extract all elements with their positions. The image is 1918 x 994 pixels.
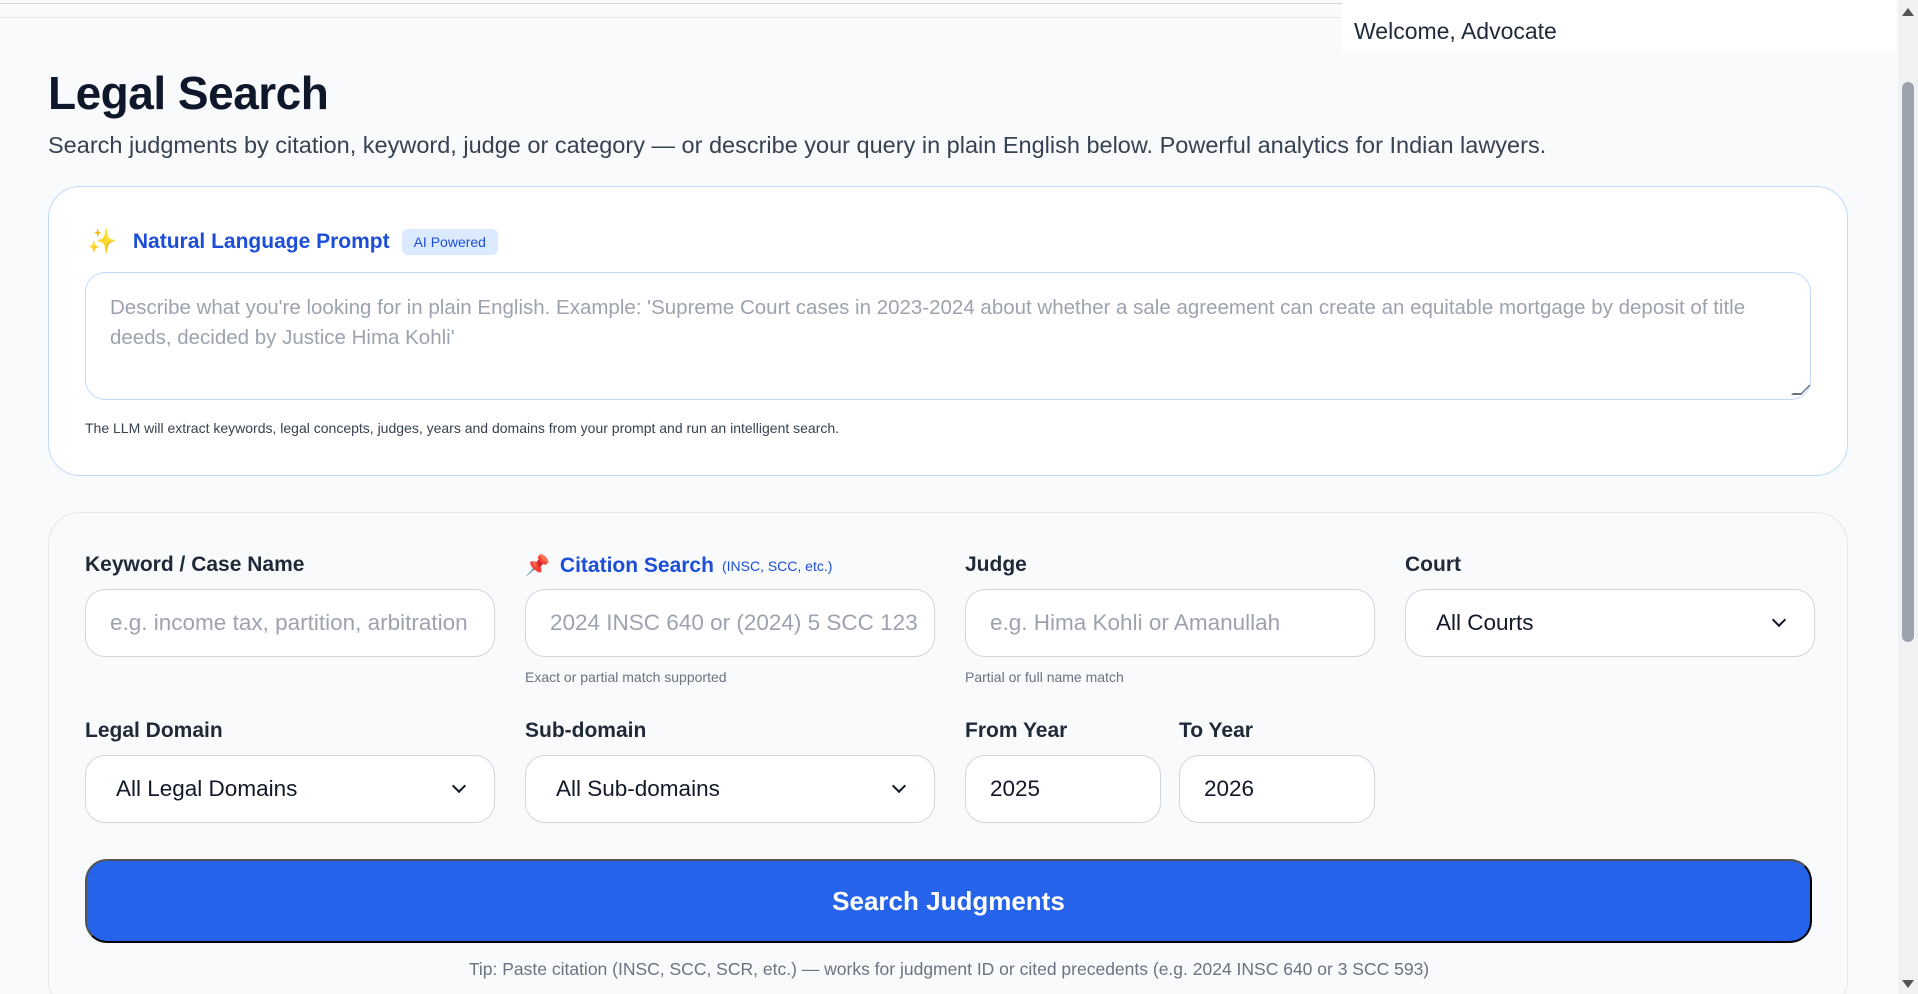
keyword-input[interactable]: e.g. income tax, partition, arbitration (85, 589, 495, 657)
subdomain-value: All Sub-domains (556, 776, 720, 801)
citation-label: 📌 Citation Search (INSC, SCC, etc.) (525, 553, 832, 578)
citation-input[interactable]: 2024 INSC 640 or (2024) 5 SCC 123 (525, 589, 935, 657)
page-title: Legal Search (48, 67, 329, 119)
court-label: Court (1405, 553, 1461, 576)
search-judgments-button[interactable]: Search Judgments (85, 859, 1812, 943)
judge-help: Partial or full name match (965, 669, 1124, 685)
nl-prompt-help: The LLM will extract keywords, legal con… (85, 420, 840, 436)
nl-prompt-placeholder: Describe what you're looking for in plai… (110, 296, 1746, 349)
legal-domain-label: Legal Domain (85, 719, 223, 742)
keyword-placeholder: e.g. income tax, partition, arbitration (110, 610, 468, 635)
scrollbar-thumb[interactable] (1902, 82, 1914, 642)
top-divider-secondary (0, 17, 1342, 18)
search-filters-card: Keyword / Case Name e.g. income tax, par… (48, 512, 1848, 994)
chevron-down-icon (1771, 612, 1787, 628)
pin-icon: 📌 (525, 555, 550, 577)
chevron-down-icon (451, 778, 467, 794)
subdomain-label: Sub-domain (525, 719, 647, 742)
to-year-label: To Year (1179, 719, 1253, 742)
to-year-input[interactable]: 2026 (1179, 755, 1375, 823)
legal-domain-select[interactable]: All Legal Domains (85, 755, 495, 823)
chevron-down-icon (891, 778, 907, 794)
keyword-label: Keyword / Case Name (85, 553, 305, 576)
citation-help: Exact or partial match supported (525, 669, 727, 685)
judge-label: Judge (965, 553, 1027, 576)
sparkle-icon: ✨ (87, 228, 117, 255)
citation-tip: Tip: Paste citation (INSC, SCC, SCR, etc… (468, 959, 1430, 979)
scroll-down-arrow-icon[interactable] (1902, 980, 1914, 988)
top-divider (0, 3, 1342, 4)
from-year-label: From Year (965, 719, 1068, 742)
citation-placeholder: 2024 INSC 640 or (2024) 5 SCC 123 (550, 610, 918, 635)
to-year-value: 2026 (1204, 776, 1255, 801)
natural-language-prompt-card: ✨ Natural Language Prompt AI Powered Des… (48, 186, 1848, 476)
nl-prompt-header: ✨ Natural Language Prompt AI Powered (87, 227, 498, 256)
from-year-input[interactable]: 2025 (965, 755, 1161, 823)
judge-placeholder: e.g. Hima Kohli or Amanullah (990, 610, 1281, 635)
welcome-message: Welcome, Advocate (1342, 0, 1896, 53)
citation-label-text: Citation Search (559, 553, 714, 577)
legal-domain-value: All Legal Domains (116, 776, 298, 801)
nl-prompt-title: Natural Language Prompt (132, 229, 390, 253)
scroll-up-arrow-icon[interactable] (1902, 8, 1914, 16)
resize-handle-icon[interactable] (1791, 385, 1811, 395)
court-select[interactable]: All Courts (1405, 589, 1815, 657)
from-year-value: 2025 (990, 776, 1041, 801)
ai-powered-badge: AI Powered (401, 228, 498, 255)
judge-input[interactable]: e.g. Hima Kohli or Amanullah (965, 589, 1375, 657)
vertical-scrollbar[interactable] (1898, 0, 1918, 994)
page-subtitle: Search judgments by citation, keyword, j… (48, 132, 1547, 158)
court-select-value: All Courts (1436, 610, 1534, 635)
citation-label-hint: (INSC, SCC, etc.) (721, 557, 833, 574)
subdomain-select[interactable]: All Sub-domains (525, 755, 935, 823)
nl-prompt-textarea[interactable]: Describe what you're looking for in plai… (85, 272, 1811, 400)
